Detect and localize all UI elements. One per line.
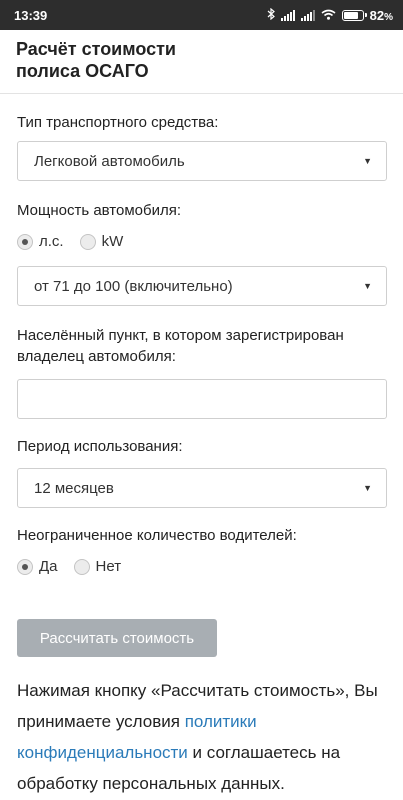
power-range-select[interactable]: от 71 до 100 (включительно) ▼ xyxy=(17,266,387,306)
page-title-line1: Расчёт стоимости xyxy=(16,39,176,59)
status-icons: 82% xyxy=(267,7,393,23)
radio-checked-icon xyxy=(17,233,33,250)
locality-label-line2: владелец автомобиля: xyxy=(17,348,176,365)
unlimited-drivers-no-label: Нет xyxy=(95,558,122,575)
power-label: Мощность автомобиля: xyxy=(17,202,182,219)
power-unit-hp-label: л.с. xyxy=(39,233,64,250)
unlimited-drivers-yes-label: Да xyxy=(39,558,58,575)
power-unit-kw-radio[interactable]: kW xyxy=(79,233,124,250)
vehicle-type-label: Тип транспортного средства: xyxy=(17,114,219,131)
wifi-icon xyxy=(321,8,336,23)
page-title: Расчёт стоимости полиса ОСАГО xyxy=(16,38,387,82)
radio-checked-icon xyxy=(17,558,33,575)
unlimited-drivers-no-radio[interactable]: Нет xyxy=(73,558,122,575)
battery-percent: 82% xyxy=(369,7,393,23)
status-time: 13:39 xyxy=(14,7,48,23)
chevron-down-icon: ▼ xyxy=(363,281,372,291)
power-unit-group: л.с. kW xyxy=(17,233,123,250)
radio-unchecked-icon xyxy=(73,558,90,575)
status-bar: 13:39 82% xyxy=(0,0,403,30)
chevron-down-icon: ▼ xyxy=(363,483,372,493)
locality-label-line1: Населённый пункт, в котором зарегистриро… xyxy=(17,327,344,344)
power-range-value: от 71 до 100 (включительно) xyxy=(34,277,233,295)
vehicle-type-select[interactable]: Легковой автомобиль ▼ xyxy=(17,141,387,181)
radio-unchecked-icon xyxy=(79,233,96,250)
chevron-down-icon: ▼ xyxy=(363,156,372,166)
vehicle-type-value: Легковой автомобиль xyxy=(34,152,185,170)
power-unit-kw-label: kW xyxy=(101,233,124,250)
unlimited-drivers-yes-radio[interactable]: Да xyxy=(17,558,58,575)
power-unit-hp-radio[interactable]: л.с. xyxy=(17,233,64,250)
period-value: 12 месяцев xyxy=(34,479,114,497)
locality-input[interactable] xyxy=(17,379,387,419)
calculate-button[interactable]: Рассчитать стоимость xyxy=(17,619,217,657)
unlimited-drivers-group: Да Нет xyxy=(17,558,121,575)
signal-icon xyxy=(300,9,315,21)
battery-icon xyxy=(341,9,367,21)
bluetooth-icon xyxy=(267,7,275,23)
page-header: Расчёт стоимости полиса ОСАГО xyxy=(0,30,403,94)
consent-notice: Нажимая кнопку «Рассчитать стоимость», В… xyxy=(17,675,392,799)
page-title-line2: полиса ОСАГО xyxy=(16,61,149,81)
period-select[interactable]: 12 месяцев ▼ xyxy=(17,468,387,508)
unlimited-drivers-label: Неограниченное количество водителей: xyxy=(17,527,297,544)
signal-icon xyxy=(280,9,295,21)
period-label: Период использования: xyxy=(17,438,183,455)
